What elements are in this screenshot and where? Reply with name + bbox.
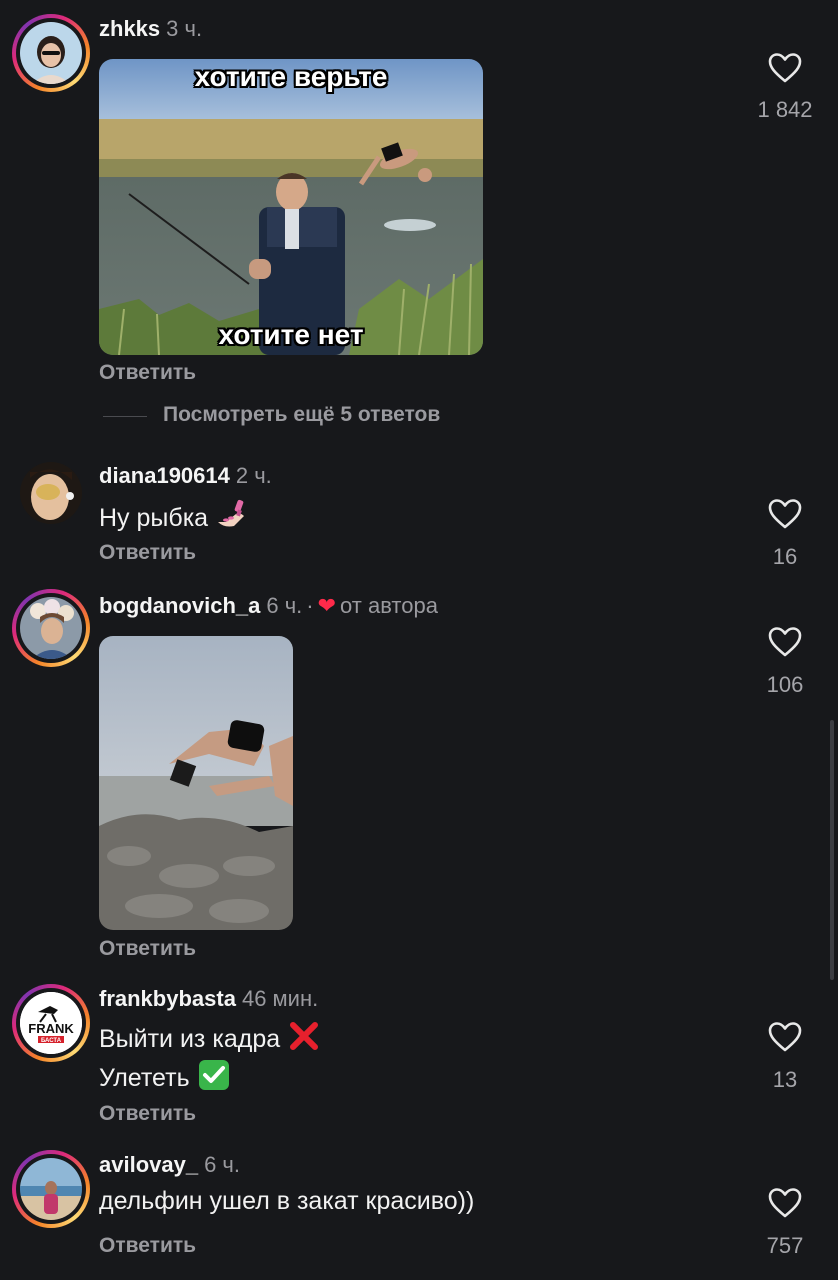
like-count: 757: [766, 1233, 804, 1258]
comment-text-line-2: Улететь: [99, 1059, 230, 1093]
meme-bottom-caption: хотите нет: [218, 319, 364, 350]
comment-text: дельфин ушел в закат красиво)): [99, 1187, 475, 1215]
heart-outline-icon[interactable]: [768, 626, 802, 658]
comment-text-line-1: Выйти из кадра: [99, 1020, 320, 1054]
cross-mark-icon: [290, 1022, 319, 1050]
avatar-logo-subtext: БАСТА: [41, 1038, 62, 1044]
timestamp: 3 ч.: [166, 16, 203, 41]
username[interactable]: frankbybasta: [99, 986, 236, 1011]
author-liked-badge: от автора: [340, 593, 438, 618]
like-count: 13: [772, 1067, 798, 1092]
avatar[interactable]: [12, 454, 90, 532]
timestamp: 46 мин.: [241, 986, 319, 1011]
nail-polish-icon: [218, 499, 245, 527]
username[interactable]: zhkks: [99, 16, 160, 41]
heart-outline-icon[interactable]: [768, 1187, 802, 1219]
separator: ·: [306, 593, 314, 618]
check-mark-button-icon: [198, 1060, 229, 1090]
like-count: 1 842: [757, 97, 813, 122]
avatar-story-ring[interactable]: [12, 589, 90, 667]
comments-page: zhkks 3 ч. хотите верьте хотите нет Отве…: [0, 0, 838, 1280]
heart-outline-icon[interactable]: [768, 52, 802, 84]
comment-header: bogdanovich_a 6 ч. · ❤ от автора: [99, 593, 438, 619]
heart-outline-icon[interactable]: [768, 498, 802, 530]
meme-image[interactable]: хотите верьте хотите нет: [99, 59, 483, 355]
view-more-replies-button[interactable]: Посмотреть ещё 5 ответов: [163, 403, 440, 427]
comment-header: zhkks 3 ч.: [99, 16, 202, 42]
reply-button[interactable]: Ответить: [99, 541, 196, 565]
meme-top-caption: хотите верьте: [194, 61, 388, 92]
heart-filled-icon: ❤: [317, 593, 337, 618]
comment-header: diana190614 2 ч.: [99, 463, 272, 489]
comment-image[interactable]: [99, 636, 293, 930]
comment-body: Выйти из кадра: [99, 1025, 281, 1053]
avatar: [20, 22, 82, 84]
username[interactable]: avilovay_: [99, 1152, 198, 1177]
avatar-story-ring[interactable]: [12, 14, 90, 92]
like-count: 16: [772, 544, 798, 569]
avatar-logo-text: FRANK: [28, 1021, 74, 1036]
avatar: FRANK БАСТА: [20, 992, 82, 1054]
timestamp: 2 ч.: [235, 463, 272, 488]
comment-header: avilovay_ 6 ч.: [99, 1152, 240, 1178]
comment-header: frankbybasta 46 мин.: [99, 986, 318, 1012]
avatar-story-ring[interactable]: FRANK БАСТА: [12, 984, 90, 1062]
username[interactable]: diana190614: [99, 463, 230, 488]
username[interactable]: bogdanovich_a: [99, 593, 260, 618]
avatar: [20, 1158, 82, 1220]
like-count: 106: [766, 672, 804, 697]
reply-button[interactable]: Ответить: [99, 1102, 196, 1126]
reply-button[interactable]: Ответить: [99, 1234, 196, 1258]
thread-line: [103, 416, 147, 417]
comment-body: Улететь: [99, 1064, 190, 1092]
avatar: [20, 597, 82, 659]
reply-button[interactable]: Ответить: [99, 361, 196, 385]
scrollbar[interactable]: [830, 720, 834, 980]
avatar-story-ring[interactable]: [12, 1150, 90, 1228]
comment-text: Ну рыбка: [99, 498, 248, 533]
reply-button[interactable]: Ответить: [99, 937, 196, 961]
timestamp: 6 ч.: [266, 593, 303, 618]
timestamp: 6 ч.: [204, 1152, 240, 1177]
heart-outline-icon[interactable]: [768, 1021, 802, 1053]
comment-body: Ну рыбка: [99, 504, 209, 532]
